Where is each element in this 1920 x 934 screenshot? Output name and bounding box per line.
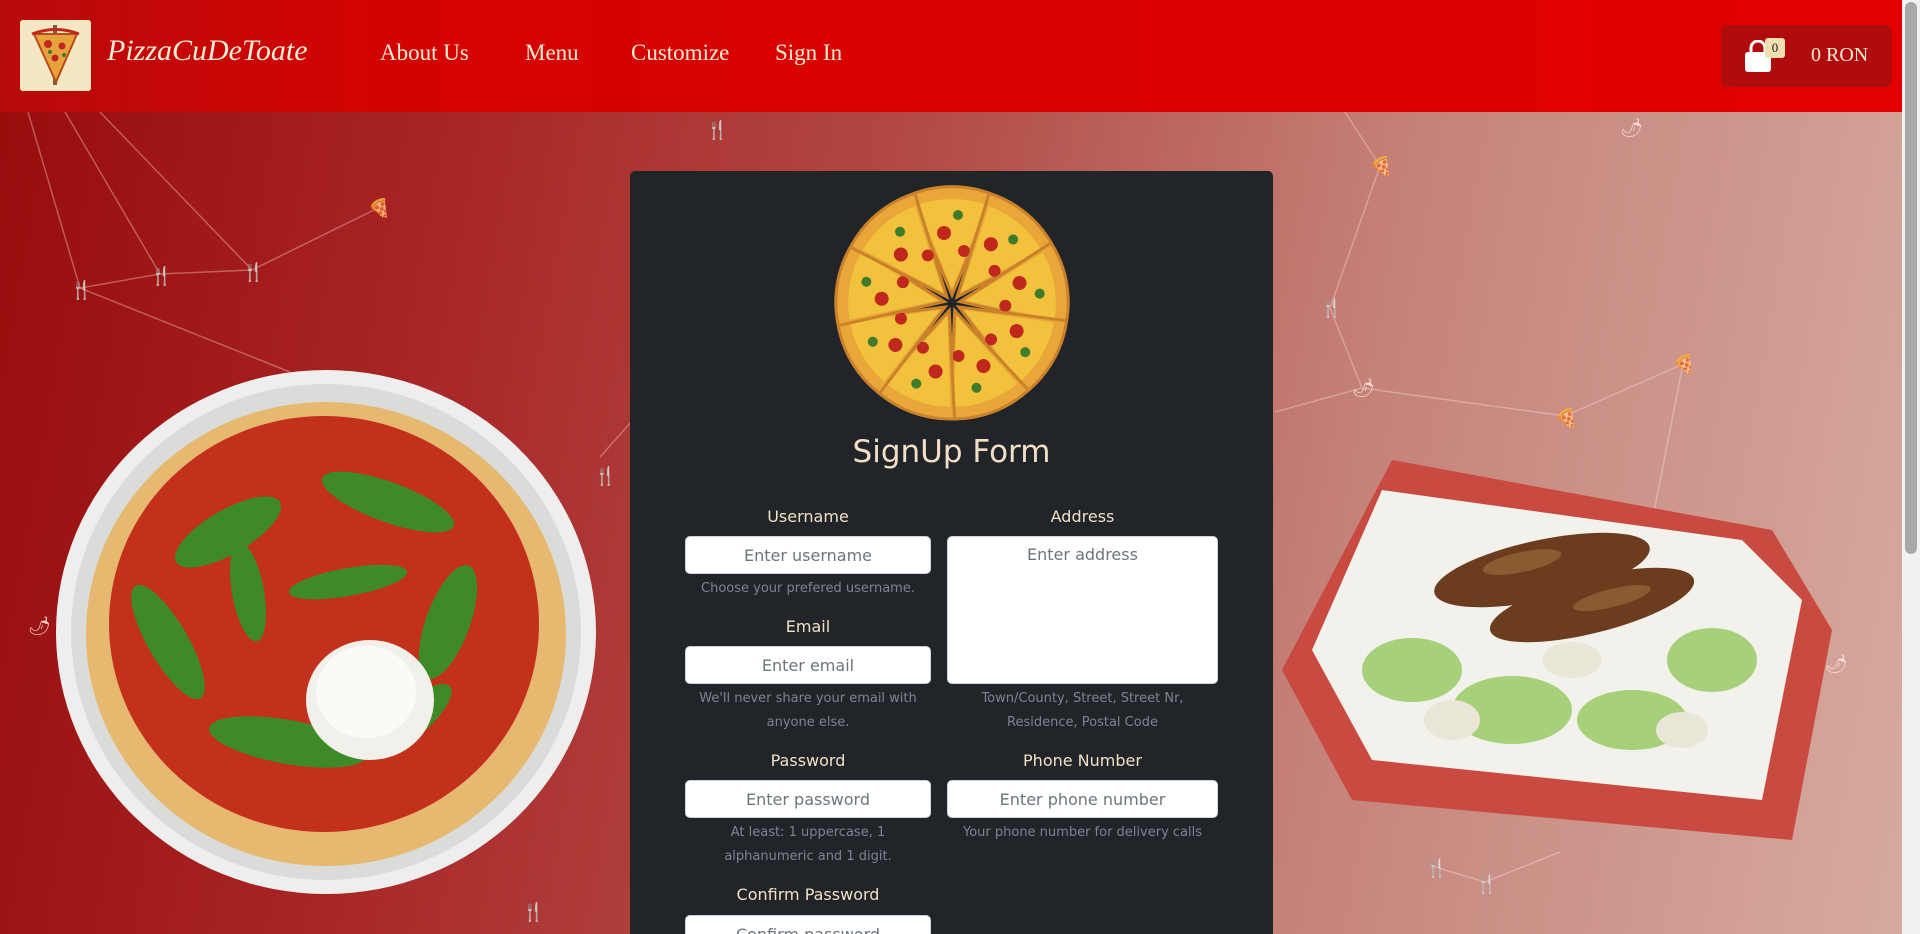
scrollbar[interactable] [1902, 0, 1920, 934]
confirm-password-label: Confirm Password [736, 885, 880, 904]
username-help: Choose your prefered username. [701, 581, 915, 596]
logo-icon[interactable] [20, 20, 91, 91]
signup-card: SignUp Form Username Choose your prefere… [630, 171, 1273, 934]
username-input[interactable] [685, 536, 931, 574]
phone-input[interactable] [947, 780, 1218, 818]
scrollbar-thumb[interactable] [1905, 2, 1917, 554]
cart-button[interactable]: 0 0 RON [1721, 25, 1892, 87]
password-input[interactable] [685, 780, 931, 818]
nav-menu[interactable]: Menu [525, 40, 579, 66]
svg-text:🍴: 🍴 [706, 119, 728, 141]
svg-text:🍕: 🍕 [368, 197, 390, 219]
nav-sign-in[interactable]: Sign In [775, 40, 842, 66]
svg-text:🍴: 🍴 [1320, 297, 1342, 319]
cart-total: 0 RON [1811, 44, 1869, 66]
address-input[interactable] [947, 536, 1218, 684]
phone-label: Phone Number [1023, 751, 1142, 770]
email-help: We'll never share your email with anyone… [699, 691, 917, 730]
brand-name[interactable]: PizzaCuDeToate [107, 34, 308, 68]
cart-count-badge: 0 [1765, 38, 1785, 58]
svg-text:🌶: 🌶 [1620, 118, 1643, 139]
svg-text:🍕: 🍕 [1673, 353, 1695, 375]
svg-text:🍴: 🍴 [70, 279, 92, 301]
username-label: Username [767, 507, 849, 526]
svg-text:🍕: 🍕 [1370, 155, 1392, 177]
pizza-slices-icon [832, 185, 1072, 423]
form-title: SignUp Form [852, 434, 1051, 470]
address-label: Address [1050, 507, 1115, 526]
email-input[interactable] [685, 646, 931, 684]
phone-help: Your phone number for delivery calls [962, 825, 1203, 840]
navbar: PizzaCuDeToate About Us Menu Customize S… [0, 0, 1902, 112]
nav-about-us[interactable]: About Us [380, 40, 469, 66]
address-help: Town/County, Street, Street Nr, Residenc… [981, 691, 1184, 730]
svg-text:🍴: 🍴 [242, 261, 264, 283]
nav-customize[interactable]: Customize [631, 40, 729, 66]
confirm-password-input[interactable] [685, 915, 931, 934]
svg-text:🌶: 🌶 [1352, 378, 1375, 399]
password-label: Password [770, 751, 846, 770]
svg-text:🍴: 🍴 [522, 901, 544, 923]
password-help: At least: 1 uppercase, 1 alphanumeric an… [724, 825, 892, 864]
chicken-salad-image [1282, 460, 1832, 840]
pizza-image [56, 370, 596, 894]
email-label: Email [785, 617, 831, 636]
svg-text:🍴: 🍴 [150, 265, 172, 287]
